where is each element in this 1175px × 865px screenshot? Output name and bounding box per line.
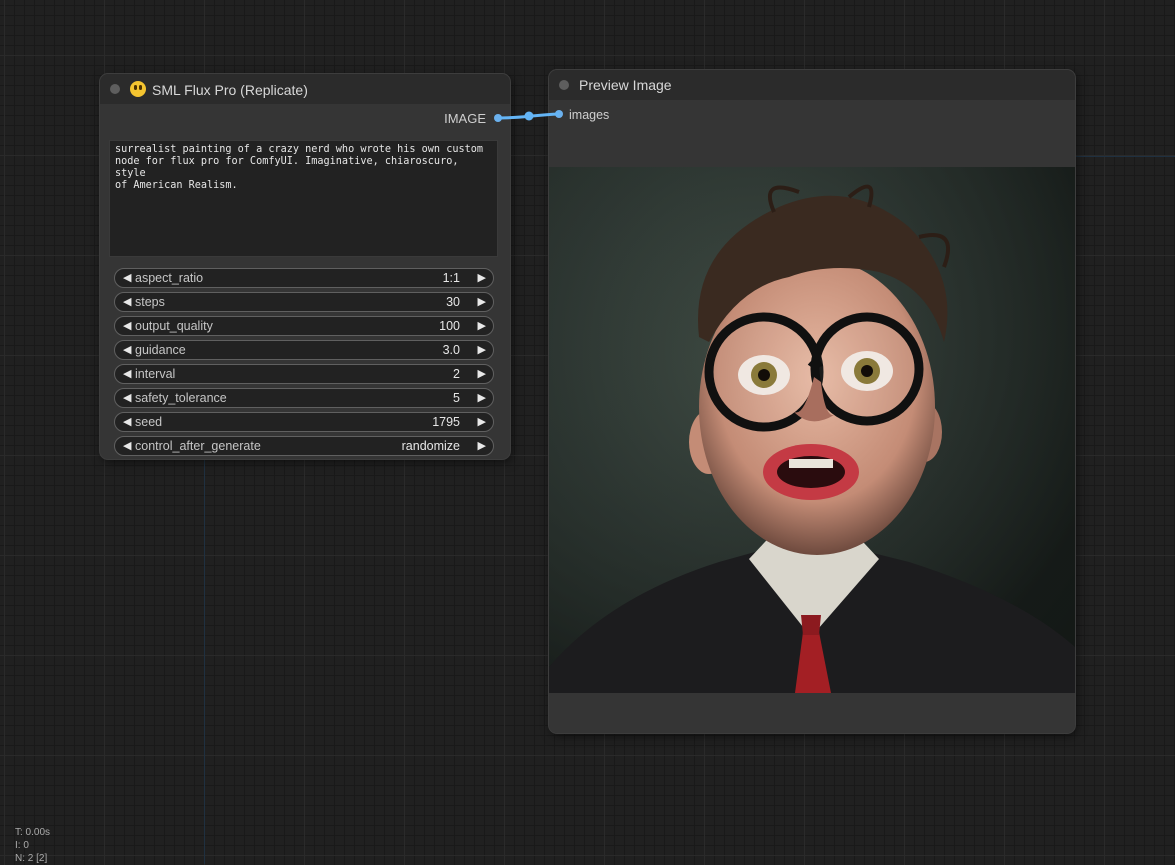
widget-output-quality[interactable]: ◀ output_quality 100 ▶ xyxy=(114,316,494,336)
input-slot-label: images xyxy=(569,108,610,122)
preview-image-node[interactable]: Preview Image images xyxy=(549,70,1075,733)
increment-arrow-icon[interactable]: ▶ xyxy=(478,319,486,332)
output-slot-image[interactable]: IMAGE xyxy=(444,111,502,126)
stat-iterations: I: 0 xyxy=(15,840,29,851)
canvas-guide-line xyxy=(1075,156,1175,157)
canvas-guide-line xyxy=(204,460,205,864)
widget-label: aspect_ratio xyxy=(135,271,204,285)
input-slot-images[interactable]: images xyxy=(555,108,609,122)
widget-value[interactable]: 5 xyxy=(453,391,460,405)
widget-interval[interactable]: ◀ interval 2 ▶ xyxy=(114,364,494,384)
widget-label: guidance xyxy=(135,343,186,357)
increment-arrow-icon[interactable]: ▶ xyxy=(478,391,486,404)
increment-arrow-icon[interactable]: ▶ xyxy=(478,439,486,452)
node-title-text: SML Flux Pro (Replicate) xyxy=(152,82,308,98)
collapse-dot-icon[interactable] xyxy=(559,80,569,90)
grinning-face-icon xyxy=(130,81,146,97)
flux-pro-node[interactable]: SML Flux Pro (Replicate) IMAGE surrealis… xyxy=(100,74,510,459)
widget-value[interactable]: randomize xyxy=(402,439,460,453)
increment-arrow-icon[interactable]: ▶ xyxy=(478,271,486,284)
node-title: Preview Image xyxy=(579,77,672,93)
widget-value[interactable]: 3.0 xyxy=(443,343,460,357)
widget-label: seed xyxy=(135,415,163,429)
increment-arrow-icon[interactable]: ▶ xyxy=(478,415,486,428)
widget-safety-tolerance[interactable]: ◀ safety_tolerance 5 ▶ xyxy=(114,388,494,408)
node-title: SML Flux Pro (Replicate) xyxy=(130,81,308,98)
preview-footer xyxy=(549,693,1075,733)
portrait-illustration xyxy=(549,167,1075,693)
increment-arrow-icon[interactable]: ▶ xyxy=(478,295,486,308)
decrement-arrow-icon[interactable]: ◀ xyxy=(123,295,131,308)
decrement-arrow-icon[interactable]: ◀ xyxy=(123,271,131,284)
node-header[interactable]: Preview Image xyxy=(549,70,1075,100)
preview-image xyxy=(549,167,1075,693)
decrement-arrow-icon[interactable]: ◀ xyxy=(123,391,131,404)
widget-guidance[interactable]: ◀ guidance 3.0 ▶ xyxy=(114,340,494,360)
widget-value[interactable]: 2 xyxy=(453,367,460,381)
widget-label: safety_tolerance xyxy=(135,391,227,405)
widget-seed[interactable]: ◀ seed 1795 ▶ xyxy=(114,412,494,432)
widget-label: output_quality xyxy=(135,319,213,333)
widget-control-after-generate[interactable]: ◀ control_after_generate randomize ▶ xyxy=(114,436,494,456)
decrement-arrow-icon[interactable]: ◀ xyxy=(123,343,131,356)
increment-arrow-icon[interactable]: ▶ xyxy=(478,367,486,380)
widget-aspect-ratio[interactable]: ◀ aspect_ratio 1:1 ▶ xyxy=(114,268,494,288)
widget-value[interactable]: 100 xyxy=(439,319,460,333)
widget-label: steps xyxy=(135,295,165,309)
prompt-textarea[interactable]: surrealist painting of a crazy nerd who … xyxy=(109,140,498,257)
widget-steps[interactable]: ◀ steps 30 ▶ xyxy=(114,292,494,312)
decrement-arrow-icon[interactable]: ◀ xyxy=(123,439,131,452)
decrement-arrow-icon[interactable]: ◀ xyxy=(123,367,131,380)
output-slot-label: IMAGE xyxy=(444,111,486,126)
output-slot-dot-icon[interactable] xyxy=(494,114,502,122)
increment-arrow-icon[interactable]: ▶ xyxy=(478,343,486,356)
canvas-stats: T: 0.00s I: 0 N: 2 [2] xyxy=(15,826,50,865)
stat-time: T: 0.00s xyxy=(15,827,51,838)
node-header[interactable]: SML Flux Pro (Replicate) xyxy=(100,74,510,104)
input-slot-dot-icon[interactable] xyxy=(555,110,563,118)
decrement-arrow-icon[interactable]: ◀ xyxy=(123,415,131,428)
widget-label: control_after_generate xyxy=(135,439,261,453)
widget-value[interactable]: 30 xyxy=(446,295,460,309)
widget-value[interactable]: 1795 xyxy=(432,415,460,429)
stat-nodes: N: 2 [2] xyxy=(15,853,48,864)
collapse-dot-icon[interactable] xyxy=(110,84,120,94)
widget-label: interval xyxy=(135,367,176,381)
decrement-arrow-icon[interactable]: ◀ xyxy=(123,319,131,332)
widget-value[interactable]: 1:1 xyxy=(443,271,460,285)
link-midpoint-icon[interactable] xyxy=(524,111,534,121)
